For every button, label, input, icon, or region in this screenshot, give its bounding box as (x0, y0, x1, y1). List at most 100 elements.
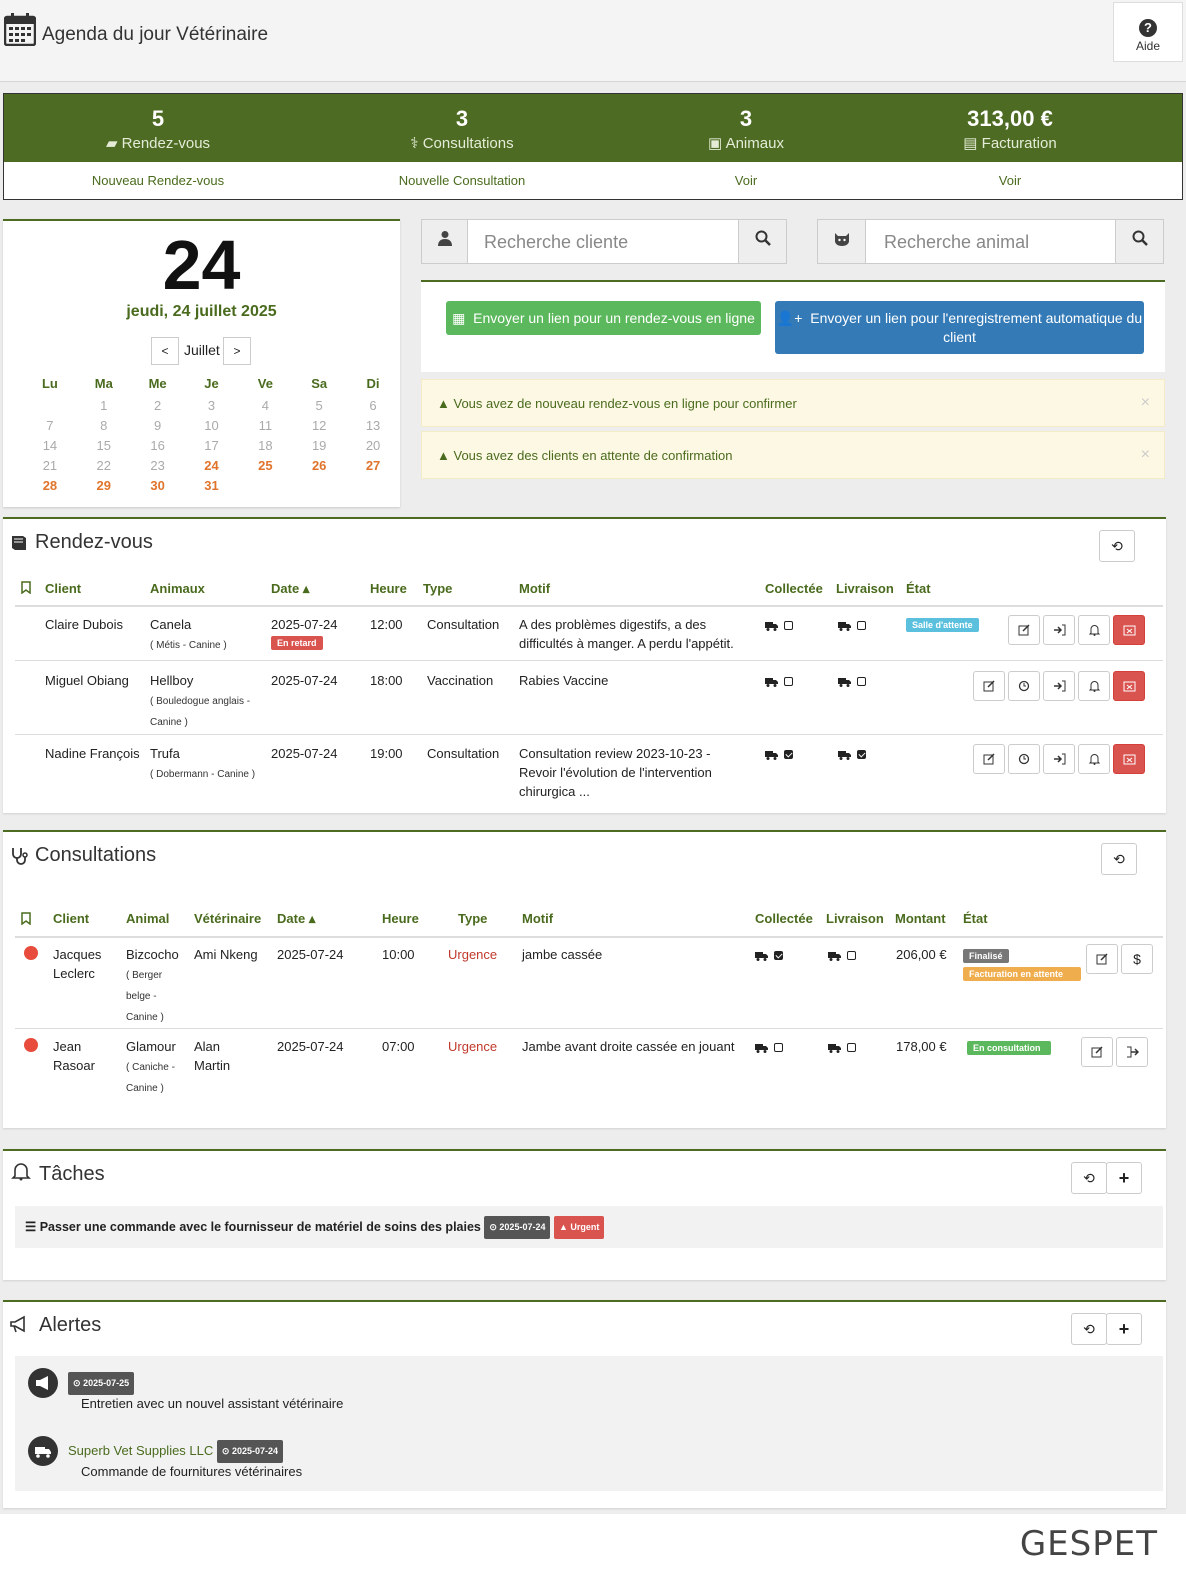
send-online-appointment-link-button[interactable]: ▦ Envoyer un lien pour un rendez-vous en… (446, 301, 761, 335)
notify-button[interactable] (1078, 615, 1110, 645)
consult-animal[interactable]: Glamour( Caniche - Canine ) (126, 1037, 186, 1098)
calendar-day[interactable]: 11 (238, 415, 292, 435)
consult-client[interactable]: Jacques Leclerc (53, 945, 121, 983)
close-icon[interactable]: × (1141, 446, 1150, 464)
col-animal[interactable]: Animal (126, 911, 169, 926)
calendar-day[interactable]: 27 (346, 455, 400, 475)
calendar-day[interactable]: 13 (346, 415, 400, 435)
calendar-day[interactable]: 30 (131, 475, 185, 495)
cancel-appointment-button[interactable] (1113, 671, 1145, 701)
appt-animal[interactable]: Trufa( Dobermann - Canine ) (150, 744, 255, 784)
prev-month-button[interactable]: < (151, 337, 179, 365)
animal-search-input[interactable]: Recherche animal (884, 232, 1029, 253)
calendar-day[interactable]: 18 (238, 435, 292, 455)
calendar-day[interactable]: 6 (346, 395, 400, 415)
col-amount[interactable]: Montant (895, 911, 946, 926)
calendar-day[interactable]: 20 (346, 435, 400, 455)
start-button[interactable] (1008, 671, 1040, 701)
col-time[interactable]: Heure (382, 911, 419, 926)
notice-item[interactable]: Superb Vet Supplies LLC ⊙ 2025-07-24 (68, 1440, 284, 1463)
calendar-day[interactable]: 8 (77, 415, 131, 435)
delivery-cell[interactable] (828, 1037, 856, 1056)
calendar-day[interactable]: 26 (292, 455, 346, 475)
search-icon[interactable] (1115, 220, 1163, 263)
close-icon[interactable]: × (1141, 394, 1150, 412)
edit-button[interactable] (973, 671, 1005, 701)
search-icon[interactable] (738, 220, 786, 263)
col-motif[interactable]: Motif (519, 581, 550, 596)
view-animals-link[interactable]: Voir (596, 173, 896, 188)
check-in-button[interactable] (1043, 615, 1075, 645)
calendar-day[interactable]: 23 (131, 455, 185, 475)
collected-cell[interactable] (755, 1037, 783, 1056)
calendar-day[interactable]: 24 (185, 455, 239, 475)
calendar-day[interactable]: 4 (238, 395, 292, 415)
col-state[interactable]: État (963, 911, 988, 926)
appt-client[interactable]: Miguel Obiang (45, 671, 129, 690)
next-month-button[interactable]: > (223, 337, 251, 365)
col-date[interactable]: Date ▴ (277, 911, 315, 927)
edit-button[interactable] (973, 744, 1005, 774)
refresh-button[interactable]: ⟲ (1101, 843, 1137, 875)
refresh-button[interactable]: ⟲ (1071, 1162, 1107, 1194)
calendar-day[interactable]: 25 (238, 455, 292, 475)
notice-item[interactable]: ⊙ 2025-07-25 (68, 1372, 135, 1395)
edit-button[interactable] (1081, 1037, 1113, 1067)
collected-cell[interactable] (765, 744, 793, 763)
col-collected[interactable]: Collectée (755, 911, 813, 926)
col-animals[interactable]: Animaux (150, 581, 205, 596)
new-consultation-link[interactable]: Nouvelle Consultation (312, 173, 612, 188)
col-vet[interactable]: Vétérinaire (194, 911, 261, 926)
refresh-button[interactable]: ⟲ (1099, 530, 1135, 562)
refresh-button[interactable]: ⟲ (1071, 1313, 1107, 1345)
cancel-appointment-button[interactable] (1113, 744, 1145, 774)
send-auto-register-link-button[interactable]: 👤+ Envoyer un lien pour l'enregistrement… (775, 301, 1144, 354)
view-billing-link[interactable]: Voir (860, 173, 1160, 188)
col-date[interactable]: Date ▴ (271, 581, 309, 597)
consult-animal[interactable]: Bizcocho( Berger belge - Canine ) (126, 945, 186, 1027)
col-client[interactable]: Client (53, 911, 89, 926)
collected-cell[interactable] (765, 615, 793, 634)
notice-source-link[interactable]: Superb Vet Supplies LLC (68, 1443, 213, 1458)
add-task-button[interactable]: + (1106, 1162, 1142, 1194)
calendar-day[interactable]: 14 (23, 435, 77, 455)
calendar-day[interactable]: 21 (23, 455, 77, 475)
col-delivery[interactable]: Livraison (826, 911, 884, 926)
appt-client[interactable]: Claire Dubois (45, 615, 123, 634)
calendar-day[interactable]: 16 (131, 435, 185, 455)
calendar-day[interactable]: 2 (131, 395, 185, 415)
check-in-button[interactable] (1043, 744, 1075, 774)
col-client[interactable]: Client (45, 581, 81, 596)
col-collected[interactable]: Collectée (765, 581, 823, 596)
calendar-day[interactable]: 28 (23, 475, 77, 495)
calendar-day[interactable]: 15 (77, 435, 131, 455)
appt-animal[interactable]: Hellboy( Bouledogue anglais - Canine ) (150, 671, 262, 732)
calendar-day[interactable]: 5 (292, 395, 346, 415)
appt-animal[interactable]: Canela( Métis - Canine ) (150, 615, 227, 655)
col-type[interactable]: Type (423, 581, 452, 596)
delivery-cell[interactable] (828, 945, 856, 964)
col-type[interactable]: Type (458, 911, 487, 926)
calendar-day[interactable]: 3 (185, 395, 239, 415)
delivery-cell[interactable] (838, 671, 866, 690)
calendar-day[interactable]: 1 (77, 395, 131, 415)
calendar-day[interactable]: 19 (292, 435, 346, 455)
calendar-day[interactable]: 10 (185, 415, 239, 435)
calendar-day[interactable]: 22 (77, 455, 131, 475)
calendar-day[interactable]: 7 (23, 415, 77, 435)
start-button[interactable] (1008, 744, 1040, 774)
edit-button[interactable] (1086, 944, 1118, 974)
cancel-appointment-button[interactable] (1113, 615, 1145, 645)
col-time[interactable]: Heure (370, 581, 407, 596)
task-item[interactable]: ☰ Passer une commande avec le fournisseu… (15, 1206, 1163, 1248)
help-button[interactable]: ? Aide (1113, 2, 1183, 62)
consult-client[interactable]: Jean Rasoar (53, 1037, 121, 1075)
collected-cell[interactable] (765, 671, 793, 690)
check-in-button[interactable] (1043, 671, 1075, 701)
calendar-day[interactable]: 9 (131, 415, 185, 435)
delivery-cell[interactable] (838, 615, 866, 634)
calendar-day[interactable]: 29 (77, 475, 131, 495)
col-motif[interactable]: Motif (522, 911, 553, 926)
delivery-cell[interactable] (838, 744, 866, 763)
sign-out-button[interactable] (1116, 1037, 1148, 1067)
